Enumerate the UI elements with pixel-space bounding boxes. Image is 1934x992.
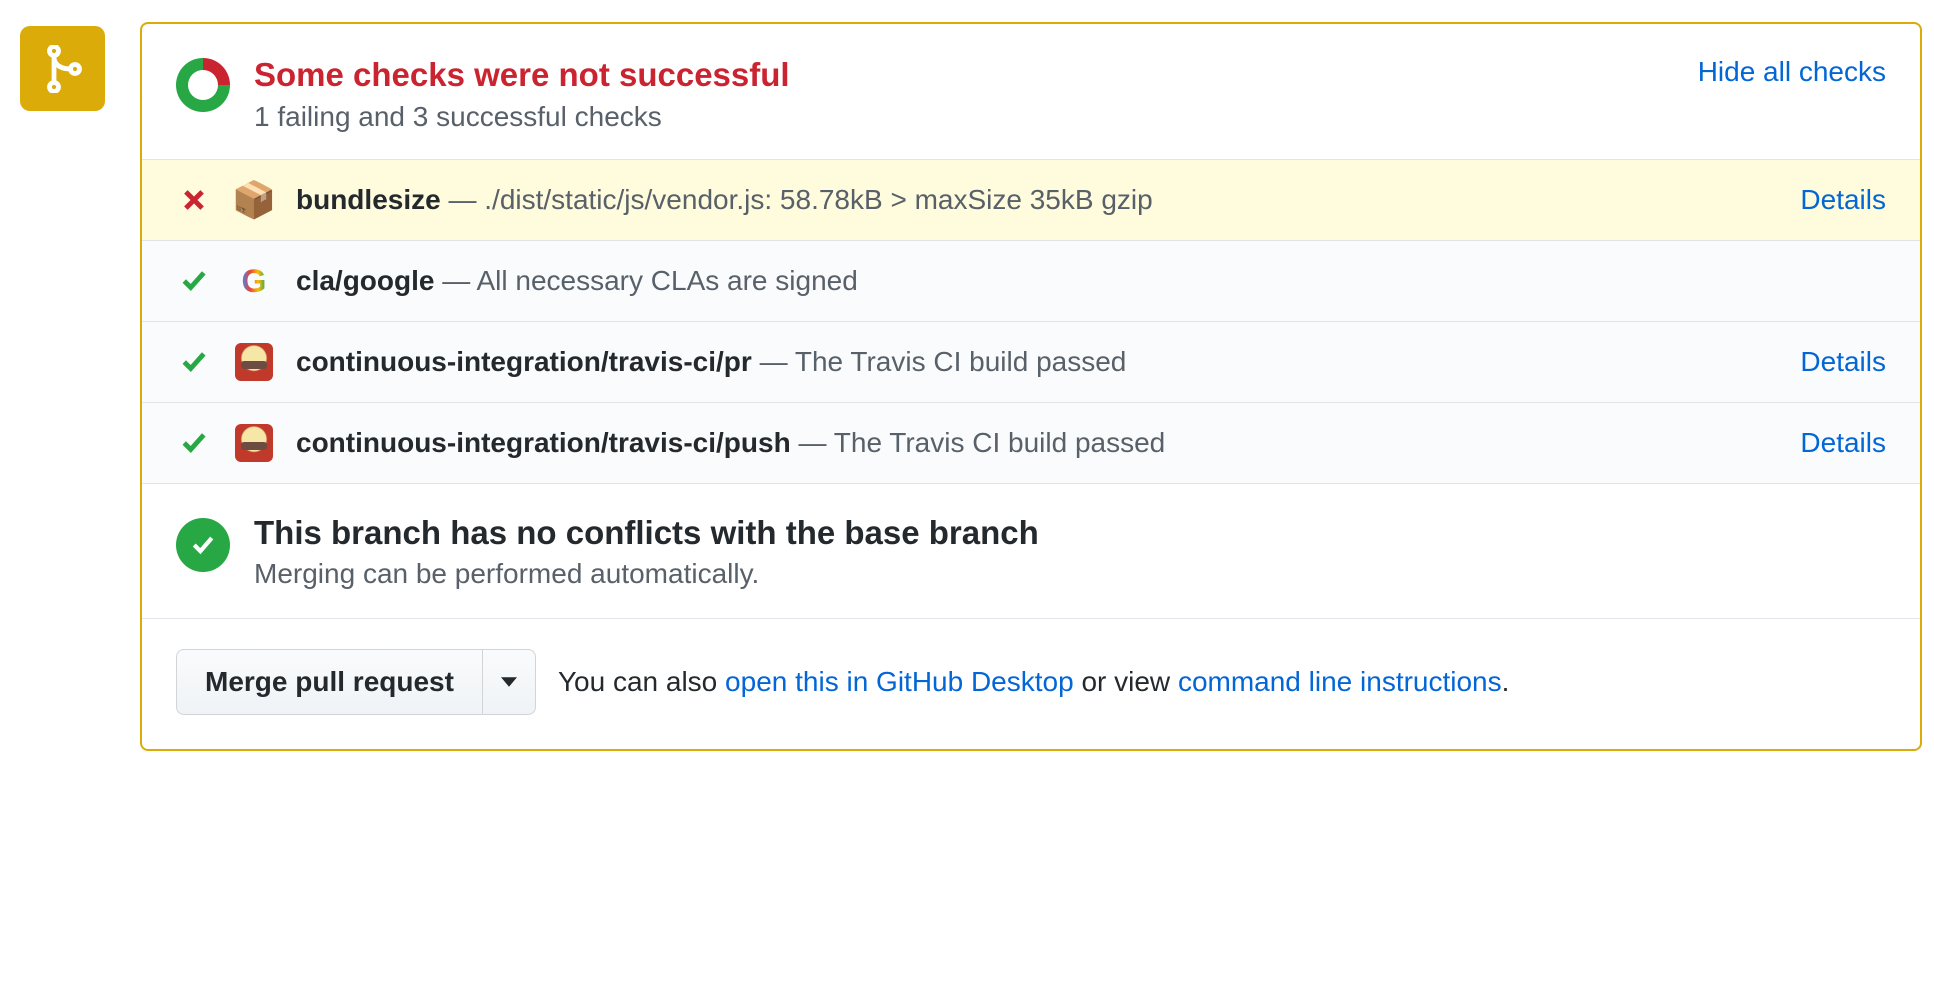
details-link[interactable]: Details bbox=[1800, 427, 1886, 459]
git-merge-icon bbox=[39, 45, 87, 93]
pass-icon bbox=[176, 430, 212, 456]
merge-dropdown-button[interactable] bbox=[482, 649, 536, 715]
pass-icon bbox=[176, 268, 212, 294]
merge-subtitle: Merging can be performed automatically. bbox=[254, 558, 1039, 590]
success-circle-icon bbox=[176, 518, 230, 572]
checks-subtitle: 1 failing and 3 successful checks bbox=[254, 101, 1674, 133]
merge-timeline-badge bbox=[20, 26, 105, 111]
check-row-travis-push: continuous-integration/travis-ci/push — … bbox=[142, 403, 1920, 484]
google-icon: G bbox=[234, 261, 274, 301]
pass-icon bbox=[176, 349, 212, 375]
open-github-desktop-link[interactable]: open this in GitHub Desktop bbox=[725, 666, 1074, 697]
checks-header: Some checks were not successful 1 failin… bbox=[142, 24, 1920, 160]
check-row-travis-pr: continuous-integration/travis-ci/pr — Th… bbox=[142, 322, 1920, 403]
check-row-cla-google: G cla/google — All necessary CLAs are si… bbox=[142, 241, 1920, 322]
merge-title: This branch has no conflicts with the ba… bbox=[254, 514, 1039, 552]
checks-donut-icon bbox=[176, 58, 230, 112]
merge-pull-request-button[interactable]: Merge pull request bbox=[176, 649, 482, 715]
travis-icon bbox=[234, 423, 274, 463]
check-row-bundlesize: 📦 bundlesize — ./dist/static/js/vendor.j… bbox=[142, 160, 1920, 241]
travis-icon bbox=[234, 342, 274, 382]
check-description: All necessary CLAs are signed bbox=[476, 265, 857, 296]
check-description: The Travis CI build passed bbox=[795, 346, 1127, 377]
check-name: continuous-integration/travis-ci/push bbox=[296, 427, 791, 458]
merge-help-text: You can also open this in GitHub Desktop… bbox=[558, 666, 1509, 698]
check-name: cla/google bbox=[296, 265, 434, 296]
package-icon: 📦 bbox=[234, 180, 274, 220]
check-name: continuous-integration/travis-ci/pr bbox=[296, 346, 752, 377]
details-link[interactable]: Details bbox=[1800, 346, 1886, 378]
details-link[interactable]: Details bbox=[1800, 184, 1886, 216]
merge-status-section: This branch has no conflicts with the ba… bbox=[142, 484, 1920, 619]
merge-panel: Some checks were not successful 1 failin… bbox=[140, 22, 1922, 751]
hide-all-checks-link[interactable]: Hide all checks bbox=[1698, 56, 1886, 88]
check-description: The Travis CI build passed bbox=[834, 427, 1166, 458]
checks-title: Some checks were not successful bbox=[254, 54, 1674, 95]
merge-actions-section: Merge pull request You can also open thi… bbox=[142, 619, 1920, 749]
merge-button-group: Merge pull request bbox=[176, 649, 536, 715]
fail-icon bbox=[176, 187, 212, 213]
caret-down-icon bbox=[501, 676, 517, 688]
check-description: ./dist/static/js/vendor.js: 58.78kB > ma… bbox=[484, 184, 1152, 215]
check-name: bundlesize bbox=[296, 184, 441, 215]
command-line-instructions-link[interactable]: command line instructions bbox=[1178, 666, 1502, 697]
